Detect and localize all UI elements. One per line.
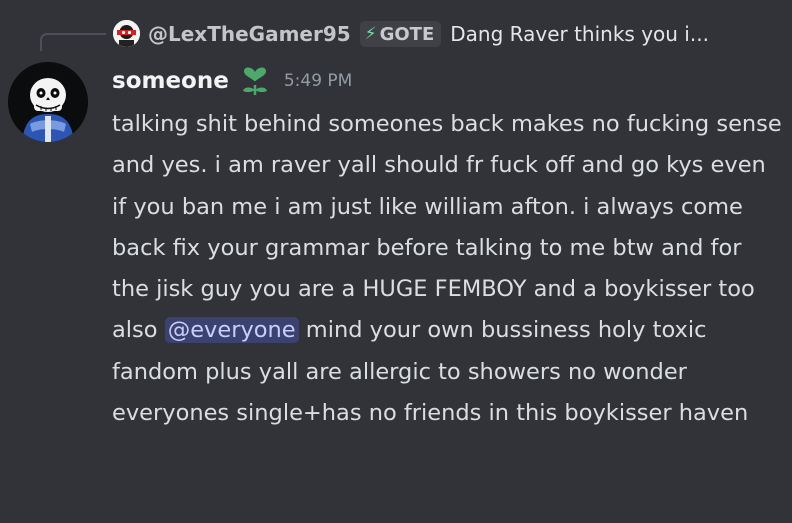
reply-connector bbox=[40, 33, 106, 51]
message-timestamp[interactable]: 5:49 PM bbox=[284, 71, 353, 91]
message-text-part-1: talking shit behind someones back makes … bbox=[112, 111, 782, 344]
reply-excerpt[interactable]: Dang Raver thinks you i... bbox=[450, 22, 709, 46]
everyone-mention[interactable]: @everyone bbox=[164, 317, 299, 344]
message-content: talking shit behind someones back makes … bbox=[112, 104, 782, 434]
heart-sprout-icon[interactable] bbox=[238, 65, 272, 97]
server-tag[interactable]: ⚡ GOTE bbox=[359, 21, 442, 47]
reply-author-avatar[interactable] bbox=[113, 20, 140, 47]
author-avatar[interactable] bbox=[8, 62, 88, 142]
reply-author-name[interactable]: @LexTheGamer95 bbox=[148, 22, 351, 46]
server-tag-label: GOTE bbox=[379, 23, 435, 45]
message-header: someone 5:49 PM bbox=[112, 64, 352, 98]
lightning-bolt-icon: ⚡ bbox=[364, 24, 377, 44]
chat-message: @LexTheGamer95 ⚡ GOTE Dang Raver thinks … bbox=[0, 0, 792, 523]
author-name[interactable]: someone bbox=[112, 68, 229, 94]
reply-preview[interactable]: @LexTheGamer95 ⚡ GOTE Dang Raver thinks … bbox=[148, 18, 709, 50]
